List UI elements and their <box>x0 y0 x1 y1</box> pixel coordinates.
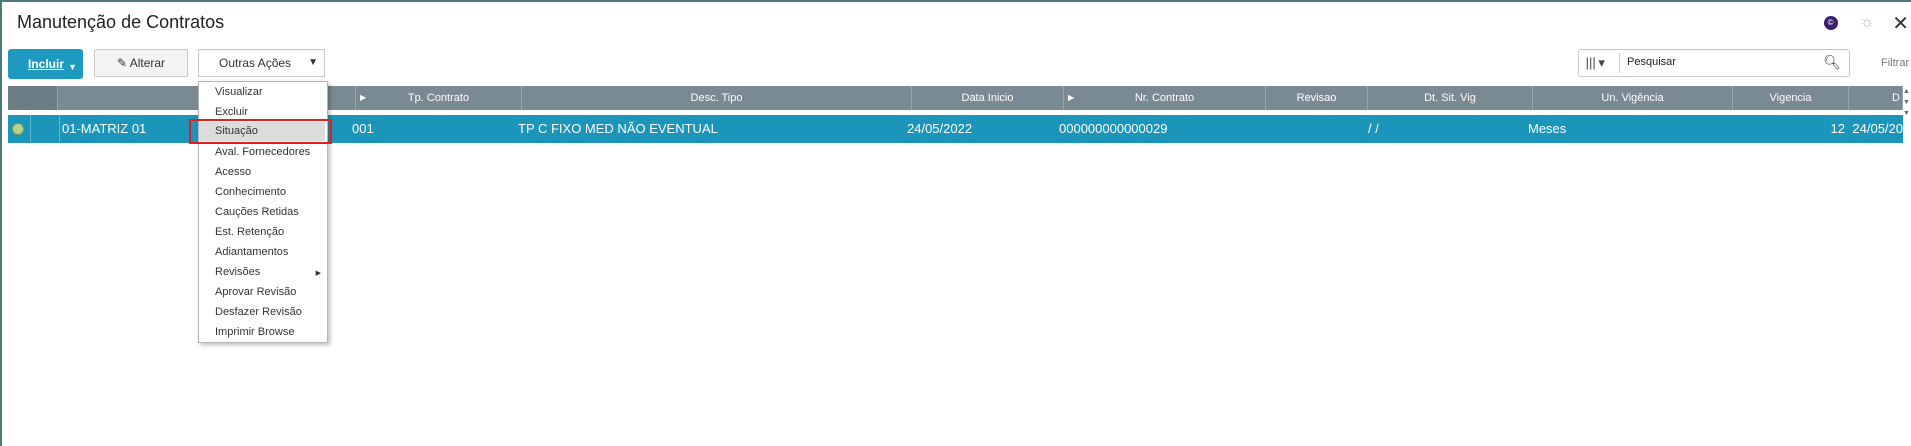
header-un-vigencia[interactable]: Un. Vigência <box>1533 86 1733 110</box>
menu-item-acesso[interactable]: Acesso <box>215 166 251 178</box>
menu-item-desfazer-revisao[interactable]: Desfazer Revisão <box>215 306 302 318</box>
cell-tp-contrato: 001 <box>352 121 374 136</box>
account-circle-icon[interactable]: © <box>1823 16 1838 30</box>
menu-item-aval-fornecedores[interactable]: Aval. Fornecedores <box>215 146 310 158</box>
cell-dt-sit-vig: / / <box>1368 121 1379 136</box>
search-icon[interactable]: 🔍︎ <box>1823 54 1841 71</box>
cell-desc-tipo: TP C FIXO MED NÃO EVENTUAL <box>518 121 718 136</box>
scroll-down-icon[interactable]: ▼ <box>1903 97 1911 108</box>
cell-vigencia: 12 <box>1830 121 1845 136</box>
cell-data-inicio: 24/05/2022 <box>907 121 973 136</box>
incluir-button[interactable]: Incluir ▼ <box>8 49 83 79</box>
alterar-label: Alterar <box>129 56 166 70</box>
menu-item-visualizar[interactable]: Visualizar <box>215 86 263 98</box>
cell-nr-contrato: 000000000000029 <box>1059 121 1168 136</box>
chevron-right-icon: ▶ <box>315 270 321 277</box>
header-revisao[interactable]: Revisao <box>1266 86 1368 110</box>
header-vigencia[interactable]: Vigencia <box>1733 86 1849 110</box>
header-tp-contrato[interactable]: ▶ Tp. Contrato <box>356 86 522 110</box>
chevron-down-icon: ▼ <box>308 57 318 68</box>
pencil-icon: ✎ <box>116 56 128 70</box>
window-controls: © ☼ ✕ <box>1823 11 1911 36</box>
menu-item-excluir[interactable]: Excluir <box>215 106 248 118</box>
play-icon: ▶ <box>360 93 367 102</box>
row-marker-cell <box>30 115 60 143</box>
selection-highlight-box <box>189 119 332 144</box>
menu-item-est-retencao[interactable]: Est. Retenção <box>215 226 284 238</box>
toolbar: Incluir ▼ ✎ Alterar Outras Ações ▼ ||| ▾… <box>8 49 1911 79</box>
outras-acoes-label: Outras Ações <box>219 56 292 70</box>
scroll-up-icon[interactable]: ▲ <box>1903 86 1911 97</box>
menu-item-aprovar-revisao[interactable]: Aprovar Revisão <box>215 286 296 298</box>
columns-icon[interactable]: ||| ▾ <box>1583 53 1620 73</box>
menu-item-imprimir-browse[interactable]: Imprimir Browse <box>215 326 294 338</box>
menu-item-adiantamentos[interactable]: Adiantamentos <box>215 246 288 258</box>
play-icon: ▶ <box>1068 93 1075 102</box>
page-title: Manutenção de Contratos <box>17 12 225 32</box>
header-nr-contrato[interactable]: ▶ Nr. Contrato <box>1064 86 1266 110</box>
header-status-cell <box>8 86 58 110</box>
cell-data-final: 24/05/20 <box>1852 121 1903 136</box>
menu-item-caucoes-retidas[interactable]: Cauções Retidas <box>215 206 299 218</box>
gear-icon[interactable]: ☼ <box>1860 14 1875 32</box>
incluir-label: Incluir <box>28 57 65 71</box>
close-icon[interactable]: ✕ <box>1892 11 1909 36</box>
header-dt-sit-vig[interactable]: Dt. Sit. Vig <box>1368 86 1533 110</box>
vertical-scrollbar[interactable]: ▲ ▼ ▼ <box>1903 86 1911 156</box>
header-data-final[interactable]: D <box>1849 86 1903 110</box>
header-data-inicio[interactable]: Data Inicio <box>912 86 1064 110</box>
cell-un-vigencia: Meses <box>1528 121 1567 136</box>
menu-item-revisoes[interactable]: Revisões <box>215 266 260 278</box>
scroll-down-icon[interactable]: ▼ <box>1903 108 1911 119</box>
search-input[interactable]: Pesquisar <box>1627 56 1676 68</box>
search-box[interactable]: ||| ▾ Pesquisar 🔍︎ <box>1578 49 1850 77</box>
status-legend-icon[interactable] <box>12 123 24 135</box>
chevron-down-icon[interactable]: ▼ <box>68 62 77 72</box>
cell-revisao <box>1264 115 1364 143</box>
filtrar-link[interactable]: Filtrar <box>1881 57 1909 69</box>
menu-item-conhecimento[interactable]: Conhecimento <box>215 186 286 198</box>
alterar-button[interactable]: ✎ Alterar <box>94 49 188 77</box>
outras-acoes-button[interactable]: Outras Ações ▼ <box>198 49 325 77</box>
header-desc-tipo[interactable]: Desc. Tipo <box>522 86 912 110</box>
